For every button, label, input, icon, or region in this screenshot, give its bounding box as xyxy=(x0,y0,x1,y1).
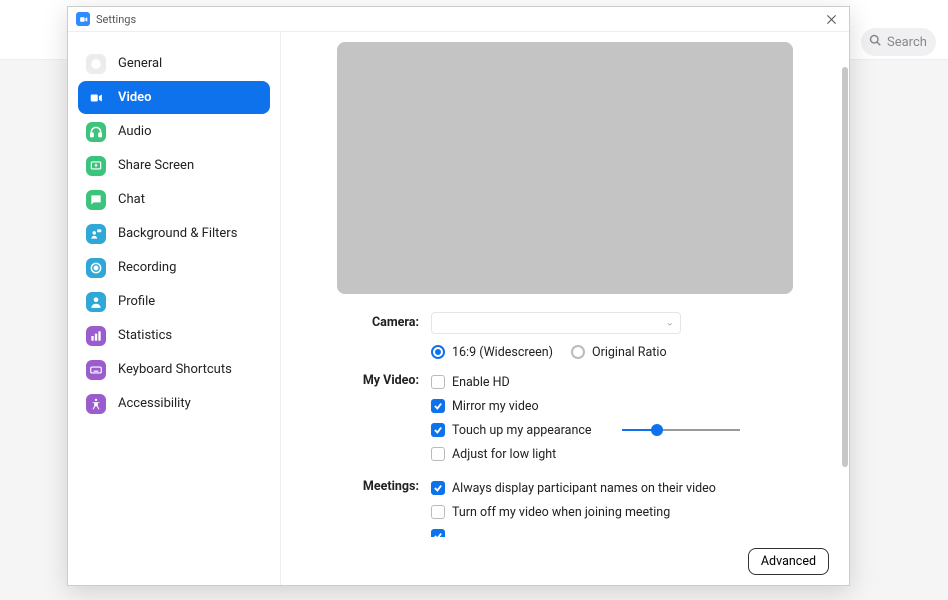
app-icon xyxy=(76,12,90,26)
gear-icon xyxy=(86,54,106,74)
checkbox-label: Mirror my video xyxy=(452,399,539,414)
sidebar-item-share-screen[interactable]: Share Screen xyxy=(78,149,270,182)
sidebar-item-label: Recording xyxy=(118,260,176,275)
slider-thumb[interactable] xyxy=(651,424,663,436)
close-button[interactable] xyxy=(821,9,841,29)
sidebar-item-chat[interactable]: Chat xyxy=(78,183,270,216)
radio-icon xyxy=(431,345,445,359)
checkbox-label: Adjust for low light xyxy=(452,447,556,462)
content-footer: Advanced xyxy=(281,537,849,585)
radio-icon xyxy=(571,345,585,359)
keyboard-icon xyxy=(86,360,106,380)
touch-up-slider[interactable] xyxy=(622,424,740,436)
settings-window: Settings General Video xyxy=(67,6,850,586)
sidebar-item-label: Audio xyxy=(118,124,151,139)
sidebar-item-label: Statistics xyxy=(118,328,172,343)
sidebar-item-label: Video xyxy=(118,90,152,105)
window-body: General Video Audio Share Screen xyxy=(68,32,849,585)
cutoff-checkbox[interactable] xyxy=(431,529,452,537)
chevron-down-icon: ⌄ xyxy=(666,318,674,329)
video-preview xyxy=(337,42,793,294)
sidebar-item-label: General xyxy=(118,56,162,71)
titlebar: Settings xyxy=(68,7,849,32)
ratio-wide-radio[interactable]: 16:9 (Widescreen) xyxy=(431,345,553,360)
scrollbar[interactable] xyxy=(842,67,848,467)
low-light-checkbox[interactable]: Adjust for low light xyxy=(431,447,556,462)
radio-label: 16:9 (Widescreen) xyxy=(452,345,553,360)
video-icon xyxy=(86,88,106,108)
checkbox-icon xyxy=(431,481,445,495)
share-screen-icon xyxy=(86,156,106,176)
search-icon xyxy=(869,34,881,50)
search-placeholder: Search xyxy=(887,35,927,50)
camera-select[interactable]: ⌄ xyxy=(431,312,681,334)
checkbox-icon xyxy=(431,447,445,461)
video-settings-form: Camera: ⌄ 16:9 (Widescreen) xyxy=(301,312,829,537)
my-video-label: My Video: xyxy=(301,370,431,388)
display-names-checkbox[interactable]: Always display participant names on thei… xyxy=(431,481,716,496)
record-icon xyxy=(86,258,106,278)
content-area: Camera: ⌄ 16:9 (Widescreen) xyxy=(281,32,849,585)
checkbox-icon xyxy=(431,375,445,389)
camera-label: Camera: xyxy=(301,312,431,330)
sidebar-item-shortcuts[interactable]: Keyboard Shortcuts xyxy=(78,353,270,386)
sidebar-item-audio[interactable]: Audio xyxy=(78,115,270,148)
statistics-icon xyxy=(86,326,106,346)
search-input[interactable]: Search xyxy=(861,28,936,56)
headphones-icon xyxy=(86,122,106,142)
sidebar-item-label: Chat xyxy=(118,192,145,207)
sidebar-item-accessibility[interactable]: Accessibility xyxy=(78,387,270,420)
sidebar-item-label: Profile xyxy=(118,294,155,309)
sidebar: General Video Audio Share Screen xyxy=(68,32,281,585)
checkbox-icon xyxy=(431,505,445,519)
checkbox-label: Enable HD xyxy=(452,375,510,390)
profile-icon xyxy=(86,292,106,312)
sidebar-item-label: Background & Filters xyxy=(118,226,237,241)
sidebar-item-profile[interactable]: Profile xyxy=(78,285,270,318)
ratio-original-radio[interactable]: Original Ratio xyxy=(571,345,667,360)
content-scroll[interactable]: Camera: ⌄ 16:9 (Widescreen) xyxy=(281,32,849,537)
sidebar-item-recording[interactable]: Recording xyxy=(78,251,270,284)
checkbox-icon xyxy=(431,399,445,413)
sidebar-item-background[interactable]: Background & Filters xyxy=(78,217,270,250)
sidebar-item-label: Keyboard Shortcuts xyxy=(118,362,232,377)
radio-label: Original Ratio xyxy=(592,345,667,360)
sidebar-item-video[interactable]: Video xyxy=(78,81,270,114)
sidebar-item-label: Accessibility xyxy=(118,396,191,411)
mirror-checkbox[interactable]: Mirror my video xyxy=(431,399,539,414)
enable-hd-checkbox[interactable]: Enable HD xyxy=(431,375,510,390)
advanced-button[interactable]: Advanced xyxy=(748,548,829,575)
meetings-label: Meetings: xyxy=(301,476,431,494)
checkbox-icon xyxy=(431,529,445,537)
background-icon xyxy=(86,224,106,244)
window-title: Settings xyxy=(96,13,136,26)
chat-icon xyxy=(86,190,106,210)
accessibility-icon xyxy=(86,394,106,414)
turn-off-video-checkbox[interactable]: Turn off my video when joining meeting xyxy=(431,505,670,520)
checkbox-label: Touch up my appearance xyxy=(452,423,592,438)
checkbox-label: Turn off my video when joining meeting xyxy=(452,505,670,520)
checkbox-icon xyxy=(431,423,445,437)
sidebar-item-label: Share Screen xyxy=(118,158,194,173)
sidebar-item-statistics[interactable]: Statistics xyxy=(78,319,270,352)
touch-up-checkbox[interactable]: Touch up my appearance xyxy=(431,423,592,438)
checkbox-label: Always display participant names on thei… xyxy=(452,481,716,496)
sidebar-item-general[interactable]: General xyxy=(78,47,270,80)
